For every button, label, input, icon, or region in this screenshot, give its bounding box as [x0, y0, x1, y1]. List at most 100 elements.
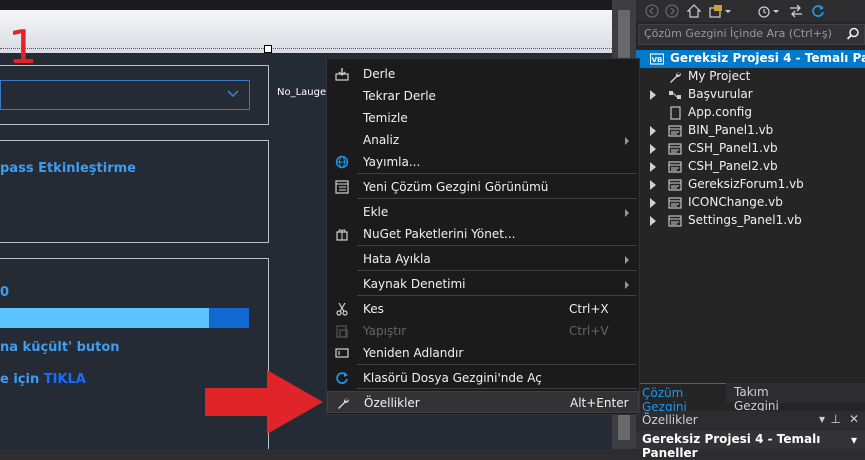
explorer-tabs: Çözüm Gezgini Takım Gezgini	[636, 383, 865, 414]
resize-handle[interactable]	[264, 45, 272, 53]
chevron-down-icon[interactable]	[772, 3, 780, 19]
form-file-icon	[668, 142, 682, 156]
sync-icon[interactable]	[788, 3, 804, 19]
progress-bar	[0, 308, 249, 328]
zero-label: 0	[0, 285, 10, 300]
solution-search-input[interactable]: Çözüm Gezgini İçinde Ara (Ctrl+ş)	[638, 24, 865, 45]
search-placeholder: Çözüm Gezgini İçinde Ara (Ctrl+ş)	[644, 27, 832, 40]
rename-icon	[335, 346, 349, 360]
form-file-icon	[668, 178, 682, 192]
menu-item-kes[interactable]: Kes Ctrl+X	[327, 298, 639, 320]
chevron-down-icon[interactable]: ▾	[851, 433, 857, 447]
menu-item-kaynak-denetimi[interactable]: Kaynak Denetimi	[327, 273, 639, 295]
expand-arrow-icon[interactable]	[650, 90, 656, 100]
designer-top-strip	[0, 0, 612, 10]
tree-item-label: Gereksiz Projesi 4 - Temalı Paneller	[670, 51, 865, 65]
context-menu: Derle Tekrar Derle Temizle Analiz Yayımla...…	[326, 58, 640, 415]
expand-arrow-icon[interactable]	[650, 198, 656, 208]
close-icon[interactable]: ✕	[849, 412, 859, 426]
refresh-icon[interactable]	[810, 3, 826, 19]
tree-item-label: CSH_Panel2.vb	[688, 159, 778, 173]
menu-item-shortcut: Alt+Enter	[570, 396, 629, 410]
submenu-arrow-icon	[625, 209, 629, 217]
menu-item-yap-t-r: Yapıştır Ctrl+V	[327, 320, 639, 342]
tab-solution-explorer[interactable]: Çözüm Gezgini	[636, 383, 726, 414]
annotation-number: 1	[8, 20, 38, 74]
tree-item-label: Başvurular	[688, 87, 753, 101]
menu-item-analiz[interactable]: Analiz	[327, 129, 639, 151]
bypass-panel[interactable]	[0, 140, 269, 243]
tree-item-ba-vurular[interactable]: Başvurular	[636, 86, 865, 104]
menu-item-derle[interactable]: Derle	[327, 63, 639, 85]
solution-explorer: Çözüm Gezgini İçinde Ara (Ctrl+ş) VB Gere…	[636, 0, 865, 460]
menu-separator	[357, 295, 637, 296]
properties-title: Özellikler	[642, 413, 698, 427]
menu-item-klas-r-dosya-gezgini-nde-a[interactable]: Klasörü Dosya Gezgini'nde Aç	[327, 367, 639, 389]
menu-item-yeni-z-m-gezgini-g-r-n-m[interactable]: Yeni Çözüm Gezgini Görünümü	[327, 176, 639, 198]
window-position-icon[interactable]: ▾	[819, 412, 825, 426]
menu-item-yay-mla[interactable]: Yayımla...	[327, 151, 639, 173]
menu-separator	[357, 198, 637, 199]
wrench-icon	[336, 396, 350, 410]
expand-arrow-icon[interactable]	[650, 126, 656, 136]
form-file-icon	[668, 160, 682, 174]
for-label: e için	[0, 372, 40, 387]
menu-item-hata-ay-kla[interactable]: Hata Ayıkla	[327, 248, 639, 270]
search-icon[interactable]	[846, 27, 860, 41]
switch-views-icon[interactable]	[708, 3, 724, 19]
selection-border	[0, 48, 612, 49]
menu-item-ekle[interactable]: Ekle	[327, 201, 639, 223]
back-icon[interactable]	[644, 3, 660, 19]
wrench-icon	[668, 70, 682, 84]
tree-item-label: GereksizForum1.vb	[688, 177, 804, 191]
menu-item-label: Hata Ayıkla	[363, 252, 431, 266]
pending-changes-icon[interactable]	[756, 3, 772, 19]
menu-item-shortcut: Ctrl+V	[569, 324, 609, 338]
globe-icon	[335, 155, 349, 169]
menu-separator	[357, 173, 637, 174]
menu-item-label: Ekle	[363, 205, 389, 219]
tab-team-explorer[interactable]: Takım Gezgini	[728, 383, 818, 413]
properties-object-name: Gereksiz Projesi 4 - Temalı Paneller	[642, 432, 821, 460]
menu-item-zellikler[interactable]: Özellikler Alt+Enter	[327, 391, 639, 413]
properties-header: Özellikler ▾ ⊥ ✕	[636, 411, 865, 429]
submenu-arrow-icon	[625, 137, 629, 145]
menu-separator	[357, 270, 637, 271]
submenu-arrow-icon	[625, 281, 629, 289]
properties-object-selector[interactable]: Gereksiz Projesi 4 - Temalı Paneller ▾	[636, 430, 865, 460]
menu-item-label: Kes	[363, 302, 384, 316]
menu-item-nuget-paketlerini-y-net[interactable]: NuGet Paketlerini Yönet...	[327, 223, 639, 245]
form-title-area[interactable]	[0, 10, 612, 53]
tree-item-csh-panel2-vb[interactable]: CSH_Panel2.vb	[636, 158, 865, 176]
menu-item-label: Klasörü Dosya Gezgini'nde Aç	[363, 371, 542, 385]
menu-item-tekrar-derle[interactable]: Tekrar Derle	[327, 85, 639, 107]
tree-item-csh-panel1-vb[interactable]: CSH_Panel1.vb	[636, 140, 865, 158]
tree-item-my-project[interactable]: My Project	[636, 68, 865, 86]
tree-item-gereksizforum1-vb[interactable]: GereksizForum1.vb	[636, 176, 865, 194]
references-icon	[668, 88, 682, 102]
tree-item-bin-panel1-vb[interactable]: BIN_Panel1.vb	[636, 122, 865, 140]
theme-combobox[interactable]	[0, 80, 250, 110]
refresh-folder-icon	[335, 371, 349, 385]
tree-item-settings-panel1-vb[interactable]: Settings_Panel1.vb	[636, 212, 865, 230]
tree-item-iconchange-vb[interactable]: ICONChange.vb	[636, 194, 865, 212]
tree-item-label: CSH_Panel1.vb	[688, 141, 778, 155]
expand-arrow-icon[interactable]	[650, 216, 656, 226]
menu-item-yeniden-adland-r[interactable]: Yeniden Adlandır	[327, 342, 639, 364]
tree-item-app-config[interactable]: App.config	[636, 104, 865, 122]
home-icon[interactable]	[686, 3, 702, 19]
expand-arrow-icon[interactable]	[650, 162, 656, 172]
menu-item-temizle[interactable]: Temizle	[327, 107, 639, 129]
menu-item-label: Kaynak Denetimi	[363, 277, 466, 291]
pin-icon[interactable]: ⊥	[831, 412, 841, 426]
click-label-row: e için TIKLA	[0, 372, 86, 387]
expand-arrow-icon[interactable]	[650, 144, 656, 154]
config-file-icon	[668, 106, 682, 120]
form-file-icon	[668, 214, 682, 228]
expand-arrow-icon[interactable]	[650, 180, 656, 190]
tikla-link[interactable]: TIKLA	[44, 372, 86, 387]
chevron-down-icon[interactable]	[724, 3, 732, 19]
forward-icon[interactable]	[664, 3, 680, 19]
tree-item-gereksiz-projesi-4-temal-paneller[interactable]: VB Gereksiz Projesi 4 - Temalı Paneller	[636, 50, 865, 68]
menu-item-label: Derle	[363, 67, 396, 81]
